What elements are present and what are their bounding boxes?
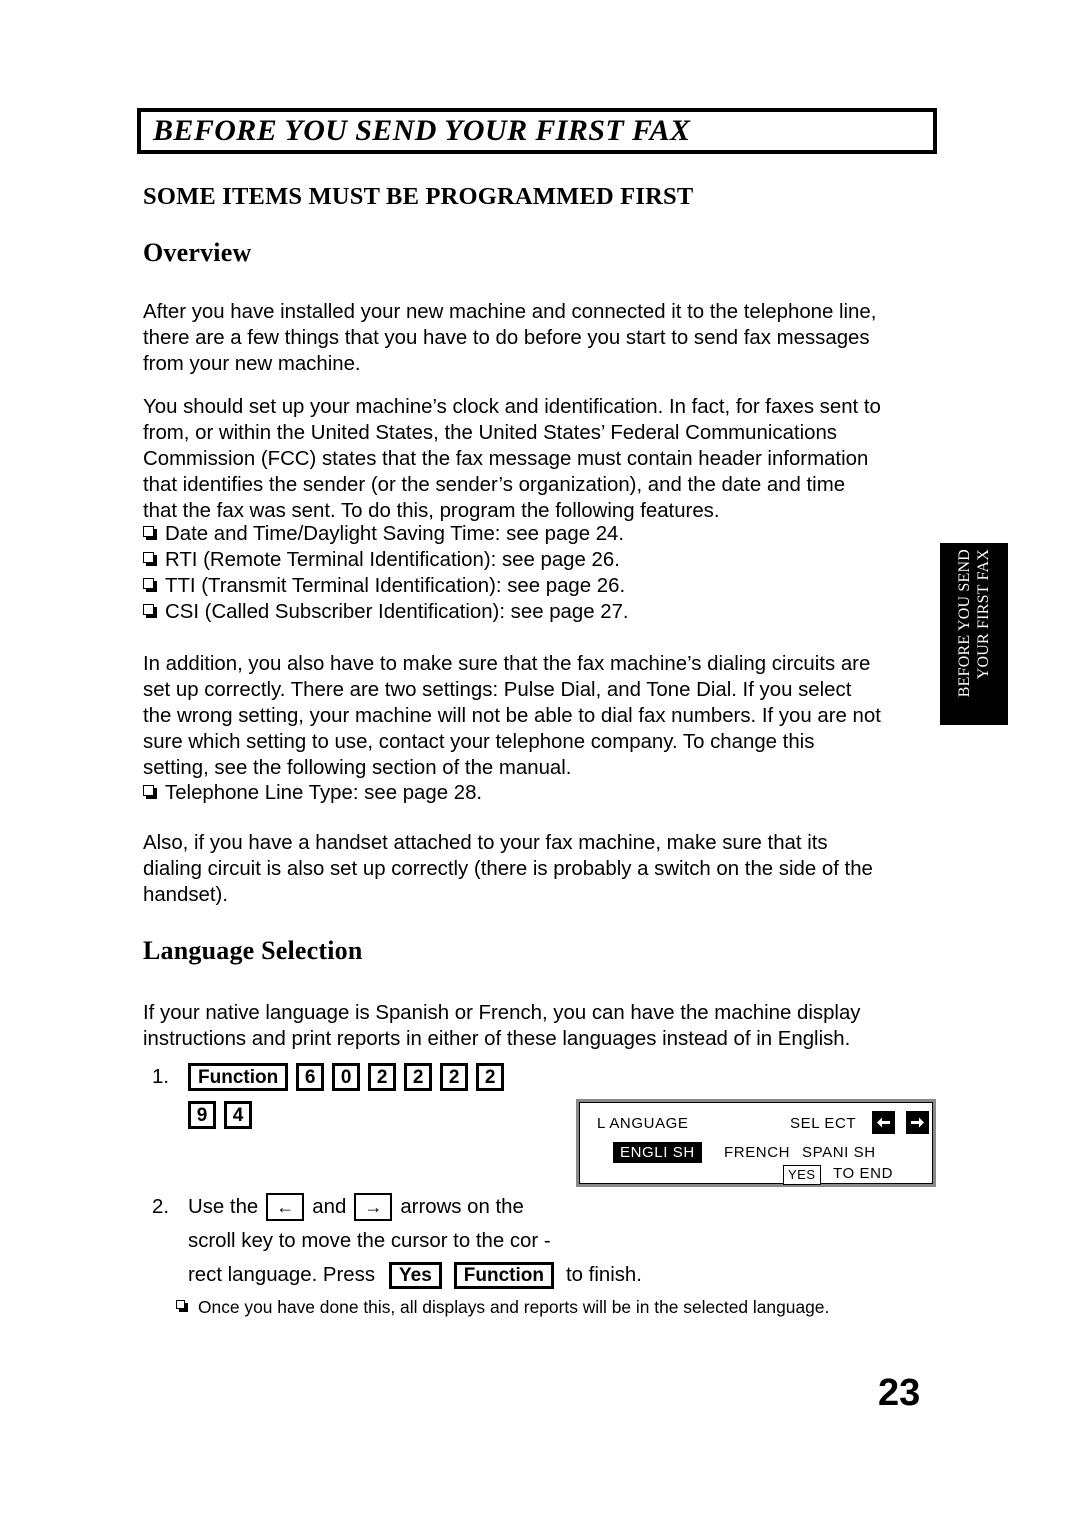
overview-heading: Overview bbox=[143, 238, 252, 267]
key-9[interactable]: 9 bbox=[188, 1101, 216, 1129]
shadowed-square-bullet-icon bbox=[143, 604, 157, 618]
chapter-title-box: BEFORE YOU SEND YOUR FIRST FAX bbox=[137, 108, 937, 154]
list-item: Telephone Line Type: see page 28. bbox=[143, 780, 482, 806]
list-item-label: CSI (Called Subscriber Identification): … bbox=[165, 601, 629, 623]
paragraph-line: You should set up your machine’s clock a… bbox=[143, 396, 881, 418]
procedure-step-2: 2. Use the ← and → arrows on the scroll … bbox=[152, 1190, 642, 1292]
list-item-label: Telephone Line Type: see page 28. bbox=[165, 782, 483, 804]
paragraph-line: from, or within the United States, the U… bbox=[143, 422, 837, 444]
key-yes[interactable]: Yes bbox=[389, 1261, 442, 1289]
paragraph-line: from your new machine. bbox=[143, 353, 361, 375]
key-2[interactable]: 2 bbox=[404, 1063, 433, 1091]
lcd-select-label: SEL ECT bbox=[790, 1115, 857, 1132]
step-1-keys-row-1: 1. Function 6 0 2 2 2 2 bbox=[152, 1063, 512, 1091]
procedure-step-1: 1. Function 6 0 2 2 2 2 9 4 bbox=[152, 1063, 512, 1129]
lcd-yes-key[interactable]: YES bbox=[783, 1165, 821, 1185]
step-number: 1. bbox=[152, 1065, 170, 1088]
paragraph-line: If your native language is Spanish or Fr… bbox=[143, 1002, 861, 1024]
chapter-side-tab-text: BEFORE YOU SEND YOUR FIRST FAX bbox=[940, 543, 1008, 725]
shadowed-square-bullet-icon bbox=[176, 1300, 188, 1312]
line-type-bullet-list: Telephone Line Type: see page 28. bbox=[143, 780, 482, 806]
paragraph-line: instructions and print reports in either… bbox=[143, 1028, 851, 1050]
key-2[interactable]: 2 bbox=[440, 1063, 469, 1091]
step-2-text-b: and bbox=[312, 1196, 347, 1218]
key-2[interactable]: 2 bbox=[368, 1063, 397, 1091]
right-arrow-icon[interactable] bbox=[906, 1111, 929, 1134]
list-item-label: TTI (Transmit Terminal Identification): … bbox=[165, 575, 626, 597]
step-2-text-d: rect language. Press bbox=[188, 1264, 376, 1286]
lcd-display-panel: L ANGUAGE SEL ECT ENGLI SH FRENCH SPANI … bbox=[576, 1099, 936, 1187]
step-2-text-a: Use the bbox=[188, 1196, 259, 1218]
list-item: RTI (Remote Terminal Identification): se… bbox=[143, 547, 629, 573]
paragraph-line: handset). bbox=[143, 884, 229, 906]
feature-bullet-list: Date and Time/Daylight Saving Time: see … bbox=[143, 521, 629, 625]
list-item: Date and Time/Daylight Saving Time: see … bbox=[143, 521, 629, 547]
lcd-option-spanish[interactable]: SPANI SH bbox=[802, 1144, 876, 1161]
lcd-title-text: L ANGUAGE bbox=[597, 1115, 689, 1132]
key-6[interactable]: 6 bbox=[296, 1063, 325, 1091]
step-1-keys-row-2: 9 4 bbox=[152, 1101, 512, 1129]
step-2-line-1: 2. Use the ← and → arrows on the bbox=[152, 1190, 642, 1224]
paragraph-line: setting, see the following section of th… bbox=[143, 757, 572, 779]
paragraph-line: In addition, you also have to make sure … bbox=[143, 653, 871, 675]
list-item-label: RTI (Remote Terminal Identification): se… bbox=[165, 549, 620, 571]
lcd-option-french[interactable]: FRENCH bbox=[724, 1144, 790, 1161]
lcd-display-screen: L ANGUAGE SEL ECT ENGLI SH FRENCH SPANI … bbox=[579, 1102, 933, 1185]
list-item: TTI (Transmit Terminal Identification): … bbox=[143, 573, 629, 599]
note-item: Once you have done this, all displays an… bbox=[176, 1296, 829, 1318]
language-selection-heading: Language Selection bbox=[143, 936, 363, 965]
key-function[interactable]: Function bbox=[453, 1261, 554, 1289]
paragraph-line: Also, if you have a handset attached to … bbox=[143, 832, 828, 854]
lcd-option-english-selected[interactable]: ENGLI SH bbox=[613, 1142, 702, 1163]
section-heading: SOME ITEMS MUST BE PROGRAMMED FIRST bbox=[143, 183, 694, 210]
key-2[interactable]: 2 bbox=[476, 1063, 505, 1091]
shadowed-square-bullet-icon bbox=[143, 526, 157, 540]
key-function[interactable]: Function bbox=[188, 1063, 289, 1091]
step-2-line-2-text: scroll key to move the cursor to the cor… bbox=[188, 1230, 551, 1252]
overview-paragraph-3: In addition, you also have to make sure … bbox=[143, 651, 933, 781]
key-4[interactable]: 4 bbox=[224, 1101, 252, 1129]
step-2-line-3: rect language. Press Yes Function to fin… bbox=[152, 1258, 642, 1292]
page-number: 23 bbox=[878, 1372, 921, 1414]
step-number: 2. bbox=[152, 1196, 170, 1218]
left-arrow-icon[interactable] bbox=[872, 1111, 895, 1134]
key-right-arrow[interactable]: → bbox=[354, 1193, 393, 1221]
chapter-side-tab: BEFORE YOU SEND YOUR FIRST FAX bbox=[940, 543, 1008, 725]
overview-paragraph-2: You should set up your machine’s clock a… bbox=[143, 394, 933, 524]
shadowed-square-bullet-icon bbox=[143, 785, 157, 799]
step-2-line-2: scroll key to move the cursor to the cor… bbox=[152, 1224, 642, 1258]
lcd-to-end-label: TO END bbox=[833, 1165, 893, 1182]
key-left-arrow[interactable]: ← bbox=[266, 1193, 305, 1221]
paragraph-line: dialing circuit is also set up correctly… bbox=[143, 858, 873, 880]
shadowed-square-bullet-icon bbox=[143, 552, 157, 566]
step-2-text-e: to finish. bbox=[566, 1264, 642, 1286]
language-selection-paragraph: If your native language is Spanish or Fr… bbox=[143, 1000, 933, 1052]
overview-paragraph-1: After you have installed your new machin… bbox=[143, 299, 933, 377]
paragraph-line: set up correctly. There are two settings… bbox=[143, 679, 852, 701]
chapter-title: BEFORE YOU SEND YOUR FIRST FAX bbox=[153, 114, 691, 147]
side-tab-line-1: BEFORE YOU SEND bbox=[956, 549, 973, 698]
list-item-label: Date and Time/Daylight Saving Time: see … bbox=[165, 523, 625, 545]
list-item: CSI (Called Subscriber Identification): … bbox=[143, 599, 629, 625]
step-2-text-c: arrows on the bbox=[400, 1196, 524, 1218]
side-tab-line-2: YOUR FIRST FAX bbox=[975, 549, 992, 680]
paragraph-line: that identifies the sender (or the sende… bbox=[143, 474, 846, 496]
paragraph-line: there are a few things that you have to … bbox=[143, 327, 870, 349]
overview-paragraph-4: Also, if you have a handset attached to … bbox=[143, 830, 933, 908]
paragraph-line: Commission (FCC) states that the fax mes… bbox=[143, 448, 869, 470]
key-0[interactable]: 0 bbox=[332, 1063, 361, 1091]
paragraph-line: the wrong setting, your machine will not… bbox=[143, 705, 881, 727]
note-text: Once you have done this, all displays an… bbox=[198, 1297, 830, 1317]
paragraph-line: After you have installed your new machin… bbox=[143, 301, 877, 323]
shadowed-square-bullet-icon bbox=[143, 578, 157, 592]
paragraph-line: sure which setting to use, contact your … bbox=[143, 731, 815, 753]
